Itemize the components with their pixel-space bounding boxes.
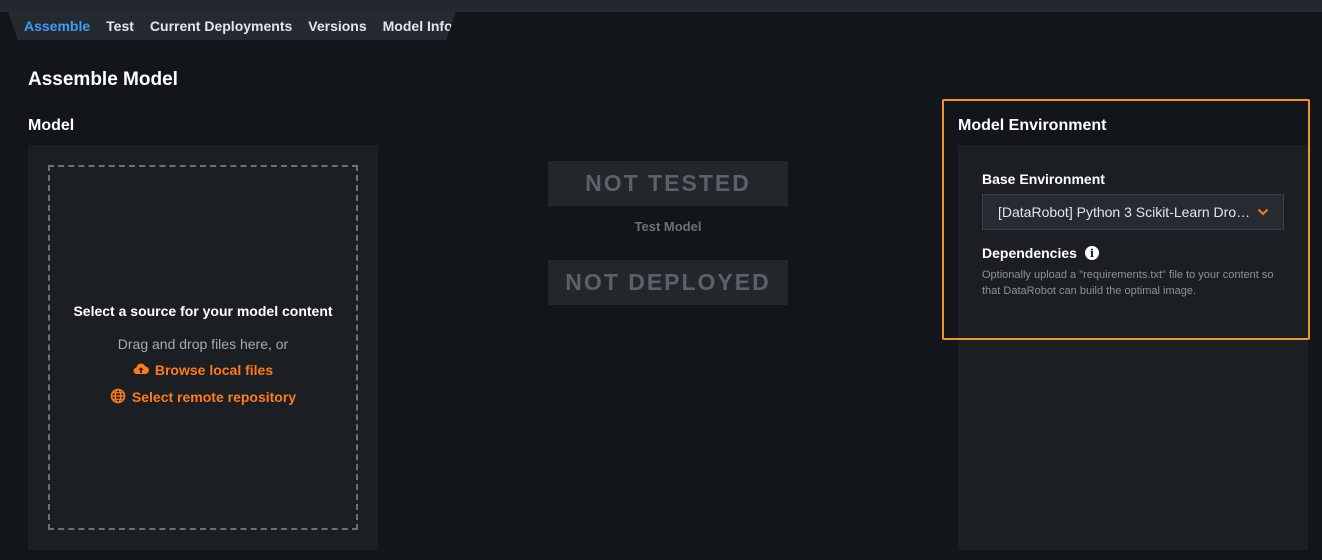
model-panel: Select a source for your model content D… <box>28 145 378 550</box>
chevron-down-icon <box>1257 203 1269 221</box>
base-environment-value: [DataRobot] Python 3 Scikit-Learn Drop-I… <box>998 204 1253 220</box>
page-title: Assemble Model <box>28 69 178 90</box>
tab-bar: Assemble Test Current Deployments Versio… <box>8 12 456 40</box>
tab-assemble[interactable]: Assemble <box>24 18 90 34</box>
model-environment-label: Model Environment <box>958 117 1107 134</box>
globe-icon <box>110 388 126 407</box>
tab-current-deployments[interactable]: Current Deployments <box>150 18 292 34</box>
tab-versions[interactable]: Versions <box>308 18 366 34</box>
dropzone-hint: Drag and drop files here, or <box>117 335 289 352</box>
model-section-label: Model <box>28 117 75 134</box>
test-model-button[interactable]: Test Model <box>548 219 788 234</box>
model-dropzone[interactable]: Select a source for your model content D… <box>48 165 358 530</box>
base-environment-select[interactable]: [DataRobot] Python 3 Scikit-Learn Drop-I… <box>982 194 1284 230</box>
cloud-upload-icon <box>133 361 149 380</box>
tab-test[interactable]: Test <box>106 18 134 34</box>
dropzone-title: Select a source for your model content <box>73 302 333 319</box>
tab-model-info[interactable]: Model Info <box>383 18 453 34</box>
select-remote-repository-link[interactable]: Select remote repository <box>110 388 296 407</box>
dependencies-help-text: Optionally upload a "requirements.txt" f… <box>982 269 1274 297</box>
info-icon[interactable]: i <box>1084 246 1099 260</box>
select-remote-repository-label: Select remote repository <box>131 389 297 405</box>
test-status-badge: NOT TESTED <box>548 161 788 206</box>
browse-local-files-link[interactable]: Browse local files <box>133 361 273 380</box>
base-environment-label: Base Environment <box>982 171 1105 187</box>
deploy-status-badge: NOT DEPLOYED <box>548 260 788 305</box>
top-bar <box>0 0 1322 12</box>
browse-local-files-label: Browse local files <box>154 362 274 378</box>
model-environment-panel: Base Environment [DataRobot] Python 3 Sc… <box>958 145 1308 550</box>
dependencies-label: Dependencies <box>982 245 1077 261</box>
